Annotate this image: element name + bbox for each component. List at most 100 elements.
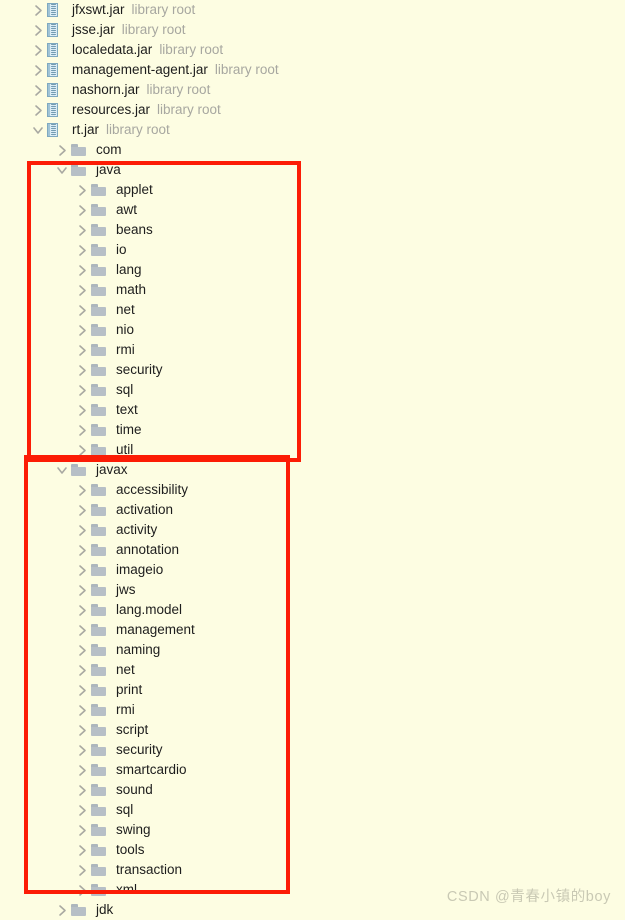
chevron-right-icon[interactable]: [76, 880, 91, 900]
chevron-down-icon[interactable]: [56, 460, 71, 480]
chevron-right-icon[interactable]: [32, 60, 47, 80]
chevron-right-icon[interactable]: [76, 600, 91, 620]
chevron-right-icon[interactable]: [76, 440, 91, 460]
folder-icon: [91, 300, 113, 320]
tree-row-package[interactable]: management: [0, 620, 625, 640]
chevron-right-icon[interactable]: [76, 360, 91, 380]
tree-row-package[interactable]: sql: [0, 380, 625, 400]
chevron-right-icon[interactable]: [76, 860, 91, 880]
tree-row-jar[interactable]: jsse.jar library root: [0, 20, 625, 40]
chevron-right-icon[interactable]: [32, 80, 47, 100]
chevron-right-icon[interactable]: [76, 700, 91, 720]
chevron-right-icon[interactable]: [76, 340, 91, 360]
tree-row-package[interactable]: net: [0, 300, 625, 320]
chevron-down-icon[interactable]: [56, 160, 71, 180]
tree-row-package[interactable]: io: [0, 240, 625, 260]
tree-row-package[interactable]: accessibility: [0, 480, 625, 500]
chevron-right-icon[interactable]: [32, 40, 47, 60]
chevron-right-icon[interactable]: [76, 640, 91, 660]
jar-file-icon: [47, 20, 69, 40]
chevron-right-icon[interactable]: [76, 500, 91, 520]
tree-row-package[interactable]: jws: [0, 580, 625, 600]
chevron-right-icon[interactable]: [76, 680, 91, 700]
chevron-right-icon[interactable]: [76, 740, 91, 760]
tree-row-package[interactable]: annotation: [0, 540, 625, 560]
tree-row-jar[interactable]: nashorn.jar library root: [0, 80, 625, 100]
tree-row-package[interactable]: javax: [0, 460, 625, 480]
tree-row-package[interactable]: security: [0, 740, 625, 760]
tree-row-package[interactable]: naming: [0, 640, 625, 660]
tree-row-package[interactable]: swing: [0, 820, 625, 840]
tree-row-package[interactable]: lang: [0, 260, 625, 280]
project-tree[interactable]: jfxswt.jar library root jsse.jar library ro…: [0, 0, 625, 920]
chevron-right-icon[interactable]: [76, 240, 91, 260]
tree-row-package[interactable]: text: [0, 400, 625, 420]
tree-row-jar[interactable]: rt.jar library root: [0, 120, 625, 140]
tree-row-package[interactable]: activation: [0, 500, 625, 520]
chevron-right-icon[interactable]: [32, 20, 47, 40]
tree-row-package[interactable]: rmi: [0, 340, 625, 360]
tree-row-jar[interactable]: management-agent.jar library root: [0, 60, 625, 80]
tree-row-package[interactable]: time: [0, 420, 625, 440]
chevron-right-icon[interactable]: [76, 300, 91, 320]
tree-row-package[interactable]: security: [0, 360, 625, 380]
tree-row-jar[interactable]: jfxswt.jar library root: [0, 0, 625, 20]
chevron-right-icon[interactable]: [76, 540, 91, 560]
chevron-down-icon[interactable]: [32, 120, 47, 140]
tree-row-package[interactable]: util: [0, 440, 625, 460]
chevron-right-icon[interactable]: [76, 520, 91, 540]
chevron-right-icon[interactable]: [76, 560, 91, 580]
tree-row-package[interactable]: nio: [0, 320, 625, 340]
tree-row-package[interactable]: rmi: [0, 700, 625, 720]
chevron-right-icon[interactable]: [76, 840, 91, 860]
package-name: annotation: [116, 542, 180, 557]
tree-row-package[interactable]: lang.model: [0, 600, 625, 620]
chevron-right-icon[interactable]: [56, 140, 71, 160]
chevron-right-icon[interactable]: [76, 720, 91, 740]
chevron-right-icon[interactable]: [76, 800, 91, 820]
tree-row-jar[interactable]: localedata.jar library root: [0, 40, 625, 60]
chevron-right-icon[interactable]: [76, 220, 91, 240]
folder-icon: [91, 240, 113, 260]
chevron-right-icon[interactable]: [56, 900, 71, 920]
chevron-right-icon[interactable]: [76, 760, 91, 780]
folder-icon: [91, 260, 113, 280]
package-name: transaction: [116, 862, 183, 877]
tree-row-jar[interactable]: resources.jar library root: [0, 100, 625, 120]
tree-row-package[interactable]: java: [0, 160, 625, 180]
tree-row-package[interactable]: smartcardio: [0, 760, 625, 780]
tree-row-package[interactable]: beans: [0, 220, 625, 240]
chevron-right-icon[interactable]: [76, 820, 91, 840]
tree-row-package[interactable]: script: [0, 720, 625, 740]
chevron-right-icon[interactable]: [76, 780, 91, 800]
chevron-right-icon[interactable]: [76, 200, 91, 220]
tree-row-package[interactable]: com: [0, 140, 625, 160]
chevron-right-icon[interactable]: [76, 660, 91, 680]
chevron-right-icon[interactable]: [76, 180, 91, 200]
chevron-right-icon[interactable]: [76, 580, 91, 600]
folder-icon: [91, 520, 113, 540]
tree-row-package[interactable]: transaction: [0, 860, 625, 880]
chevron-right-icon[interactable]: [76, 260, 91, 280]
chevron-right-icon[interactable]: [32, 100, 47, 120]
folder-icon: [71, 160, 93, 180]
chevron-right-icon[interactable]: [76, 420, 91, 440]
tree-row-package[interactable]: net: [0, 660, 625, 680]
tree-row-package[interactable]: imageio: [0, 560, 625, 580]
tree-row-package[interactable]: math: [0, 280, 625, 300]
tree-row-package[interactable]: tools: [0, 840, 625, 860]
chevron-right-icon[interactable]: [32, 0, 47, 20]
tree-row-package[interactable]: sound: [0, 780, 625, 800]
chevron-right-icon[interactable]: [76, 380, 91, 400]
tree-row-package[interactable]: print: [0, 680, 625, 700]
tree-row-package[interactable]: applet: [0, 180, 625, 200]
tree-row-package[interactable]: awt: [0, 200, 625, 220]
chevron-right-icon[interactable]: [76, 620, 91, 640]
package-name: rmi: [116, 342, 135, 357]
tree-row-package[interactable]: sql: [0, 800, 625, 820]
chevron-right-icon[interactable]: [76, 480, 91, 500]
chevron-right-icon[interactable]: [76, 280, 91, 300]
tree-row-package[interactable]: activity: [0, 520, 625, 540]
chevron-right-icon[interactable]: [76, 320, 91, 340]
chevron-right-icon[interactable]: [76, 400, 91, 420]
